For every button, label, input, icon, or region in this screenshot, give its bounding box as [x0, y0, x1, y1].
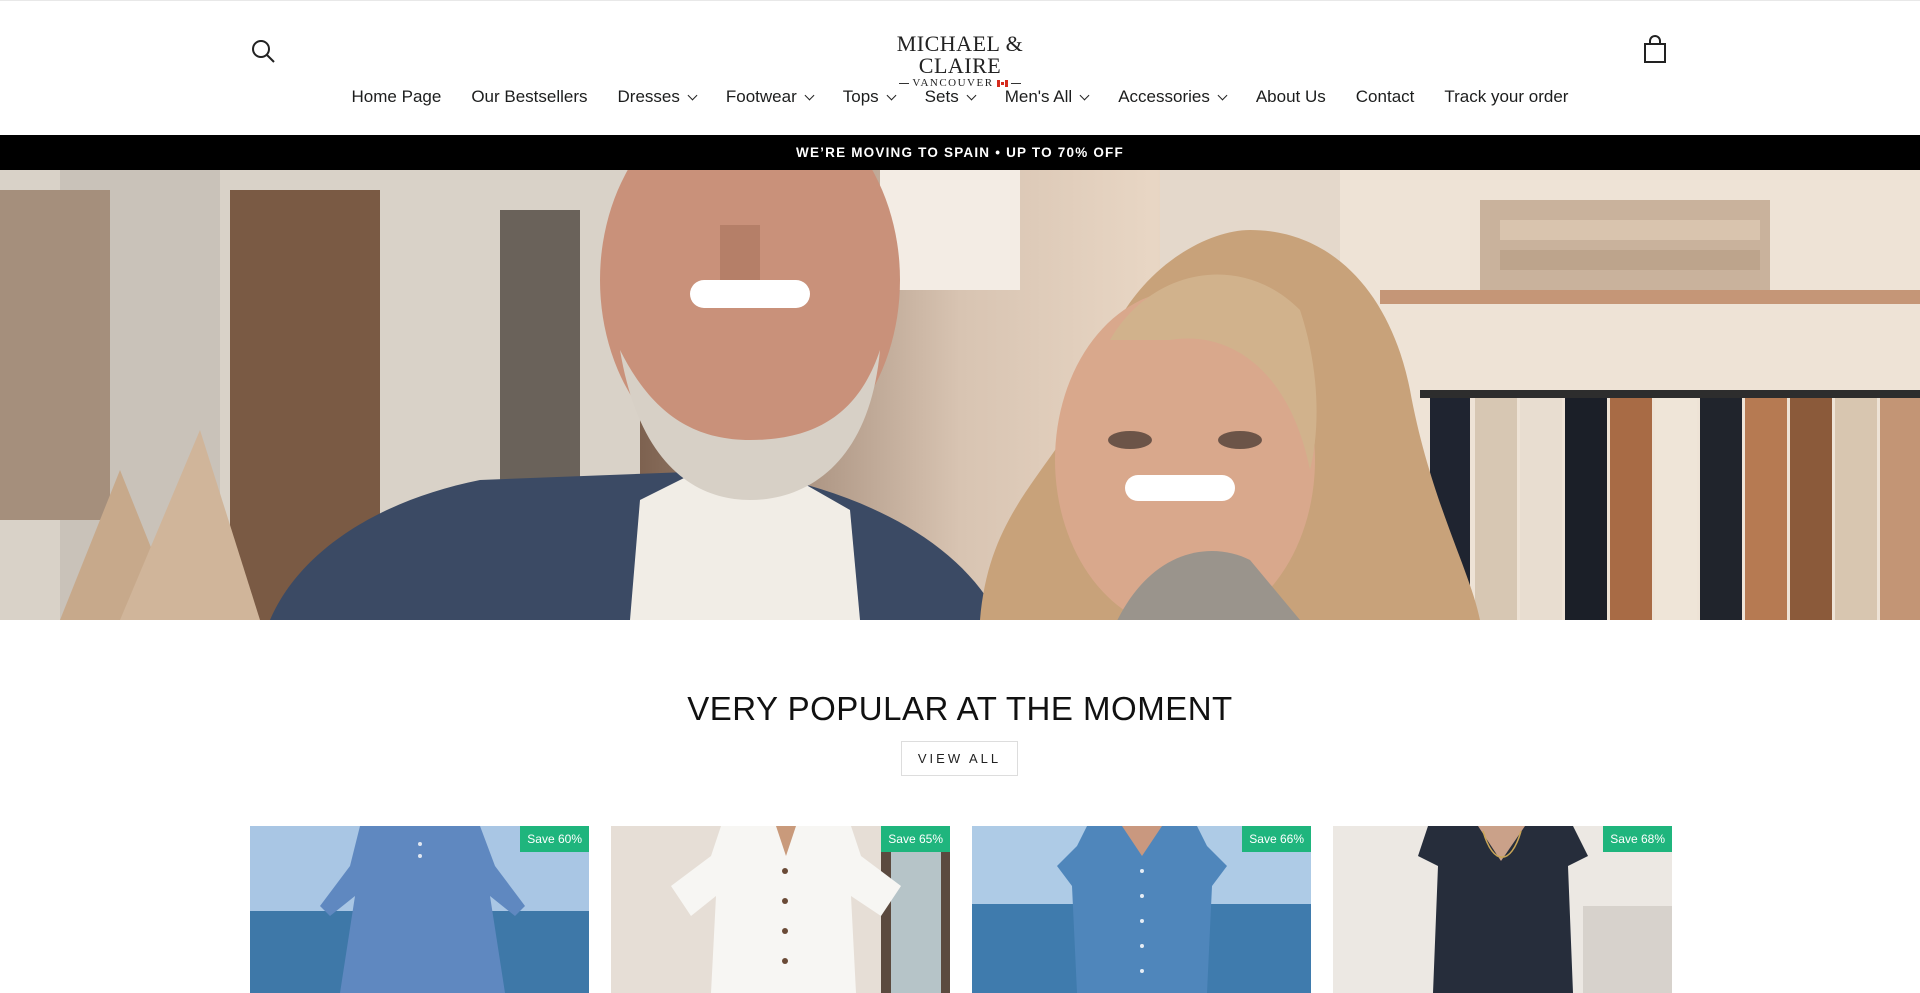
nav-item-our-bestsellers[interactable]: Our Bestsellers — [456, 85, 602, 109]
chevron-down-icon — [687, 90, 698, 100]
chevron-down-icon — [886, 90, 897, 100]
nav-label: Accessories — [1118, 87, 1210, 106]
save-badge: Save 66% — [1242, 826, 1311, 852]
save-badge: Save 60% — [520, 826, 589, 852]
chevron-down-icon — [804, 90, 815, 100]
product-card[interactable]: Save 68% — [1333, 826, 1672, 993]
nav-label: Our Bestsellers — [471, 87, 588, 106]
save-badge: Save 68% — [1603, 826, 1672, 852]
product-card[interactable]: Save 66% — [972, 826, 1311, 993]
nav-label: Footwear — [725, 87, 797, 106]
nav-item-dresses[interactable]: Dresses — [603, 85, 711, 109]
save-badge: Save 65% — [881, 826, 950, 852]
nav-label: Sets — [924, 87, 959, 106]
product-card[interactable]: Save 60% — [250, 826, 589, 993]
nav-label: About Us — [1255, 87, 1326, 106]
chevron-down-icon — [1217, 90, 1228, 100]
nav-label: Track your order — [1444, 87, 1569, 106]
hero-illustration — [0, 170, 1920, 620]
section-title: VERY POPULAR AT THE MOMENT — [687, 690, 1233, 727]
nav-label: Men's All — [1004, 87, 1073, 106]
nav-item-footwear[interactable]: Footwear — [711, 85, 828, 109]
nav-item-tops[interactable]: Tops — [828, 85, 910, 109]
announcement-bar[interactable]: WE’RE MOVING TO SPAIN • UP TO 70% OFF — [0, 135, 1920, 170]
chevron-down-icon — [1079, 90, 1090, 100]
nav-item-sets[interactable]: Sets — [910, 85, 990, 109]
main-nav: Home Page Our Bestsellers Dresses Footwe… — [0, 85, 1920, 109]
nav-item-about-us[interactable]: About Us — [1241, 85, 1341, 109]
nav-item-home-page[interactable]: Home Page — [337, 85, 457, 109]
nav-label: Contact — [1355, 87, 1415, 106]
chevron-down-icon — [966, 90, 977, 100]
nav-item-track-your-order[interactable]: Track your order — [1429, 85, 1583, 109]
nav-label: Tops — [842, 87, 879, 106]
nav-label: Dresses — [617, 87, 680, 106]
product-card[interactable]: Save 65% — [611, 826, 950, 993]
cart-icon[interactable] — [1641, 35, 1669, 65]
hero-banner-image — [0, 170, 1920, 620]
logo-main-text: MICHAEL & CLAIRE — [896, 31, 1024, 78]
site-header: MICHAEL & CLAIRE VANCOUVER Home Page Our… — [0, 0, 1920, 135]
nav-label: Home Page — [351, 87, 442, 106]
view-all-button[interactable]: VIEW ALL — [901, 741, 1018, 776]
nav-item-mens-all[interactable]: Men's All — [990, 85, 1104, 109]
product-grid: Save 60% Save 65% Save 66% Save 68% — [250, 826, 1672, 993]
search-icon[interactable] — [249, 37, 277, 65]
nav-item-contact[interactable]: Contact — [1341, 85, 1430, 109]
site-logo[interactable]: MICHAEL & CLAIRE VANCOUVER — [860, 31, 1060, 90]
nav-item-accessories[interactable]: Accessories — [1103, 85, 1241, 109]
